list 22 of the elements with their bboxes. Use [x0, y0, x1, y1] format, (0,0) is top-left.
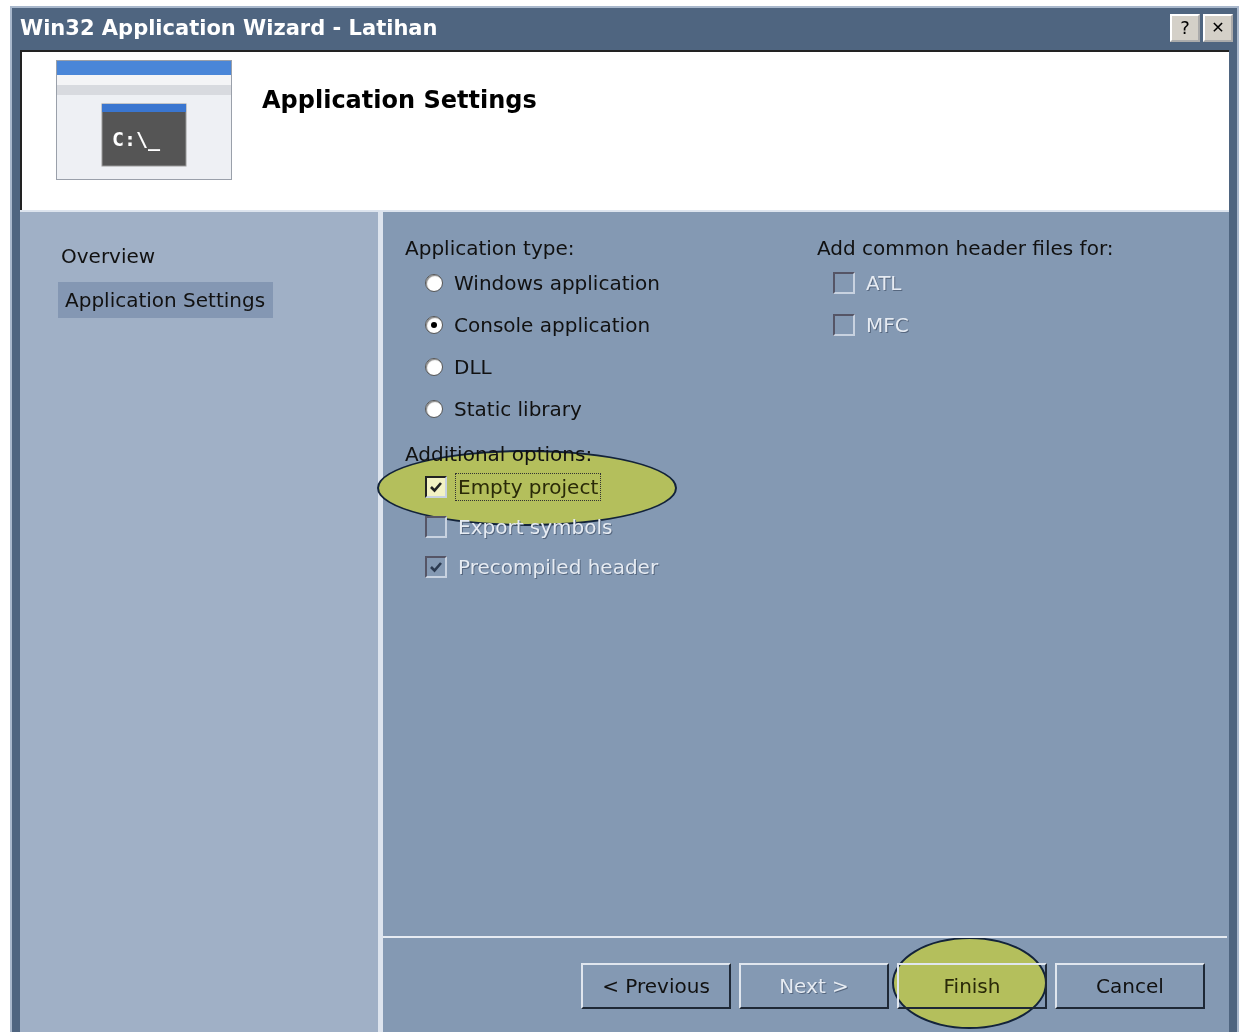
- radio-button[interactable]: [425, 400, 443, 418]
- group-label: Add common header files for:: [817, 236, 1114, 260]
- wizard-button[interactable]: Cancel: [1055, 963, 1205, 1009]
- option-label[interactable]: Console application: [452, 312, 653, 338]
- option-label[interactable]: Empty project: [456, 474, 601, 500]
- radio-button[interactable]: [425, 358, 443, 376]
- option-label[interactable]: DLL: [452, 354, 494, 380]
- wizard-button[interactable]: Finish: [897, 963, 1047, 1009]
- help-button[interactable]: ?: [1170, 14, 1200, 42]
- wizard-button[interactable]: < Previous: [581, 963, 731, 1009]
- group-label: Application type:: [405, 236, 575, 260]
- option-label[interactable]: Static library: [452, 396, 584, 422]
- radio-button[interactable]: [425, 274, 443, 292]
- console-window-icon: C:\_: [56, 60, 232, 180]
- checkbox[interactable]: [425, 476, 447, 498]
- radio-button[interactable]: [425, 316, 443, 334]
- option-label[interactable]: Windows application: [452, 270, 662, 296]
- window-title: Win32 Application Wizard - Latihan: [20, 16, 438, 40]
- sidebar-item[interactable]: Overview: [58, 238, 164, 274]
- close-button[interactable]: ✕: [1203, 14, 1233, 42]
- sidebar-item[interactable]: Application Settings: [58, 282, 274, 318]
- page-heading: Application Settings: [262, 86, 537, 114]
